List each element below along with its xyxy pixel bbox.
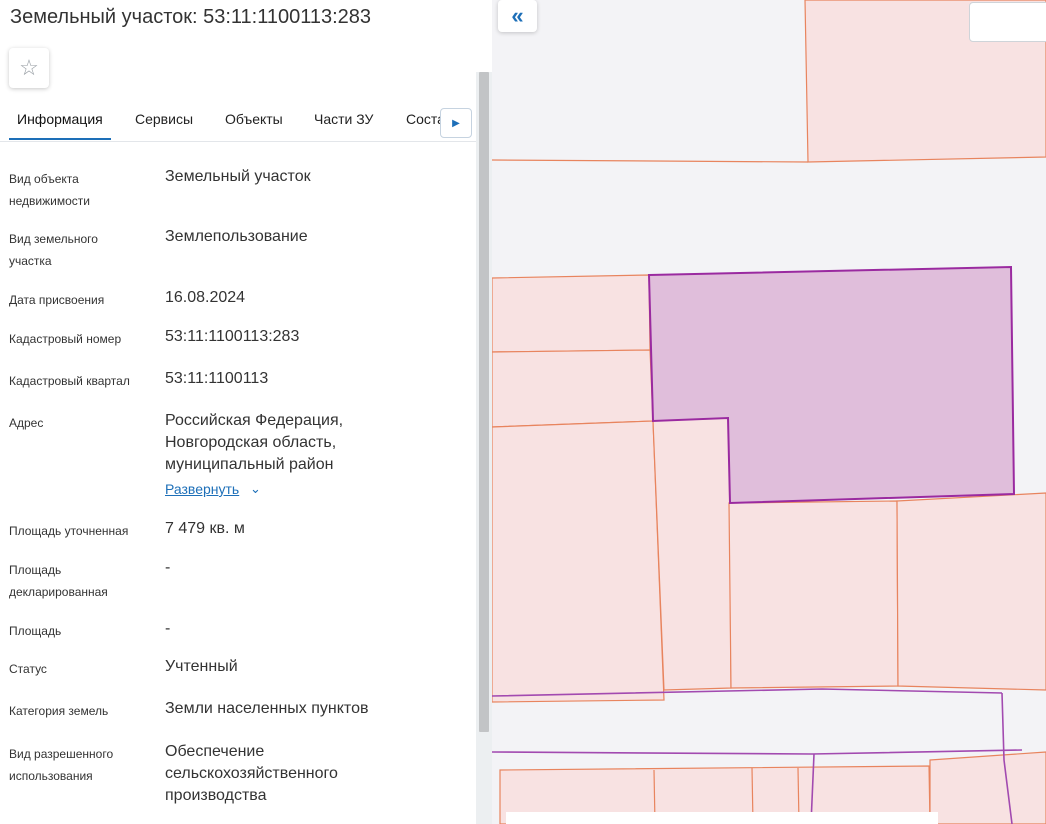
permitted-use-line: сельскохозяйственного [165, 765, 338, 782]
status-label: Статус [9, 662, 47, 676]
chevron-down-icon[interactable]: ⌄ [250, 481, 261, 497]
cadastral-number-label: Кадастровый номер [9, 332, 122, 346]
area-declared-value: - [165, 559, 171, 576]
address-line: муниципальный район [165, 456, 334, 473]
area-value: - [165, 620, 171, 637]
info-panel: Земельный участок: 53:11:1100113:283 ☆ И… [0, 0, 492, 824]
area-precise-label: Площадь уточненная [9, 524, 129, 538]
permitted-use-value: Обеспечение сельскохозяйственного произв… [165, 741, 465, 807]
boundary-line [492, 749, 1023, 755]
tab-objects[interactable]: Объекты [225, 111, 283, 127]
map-bottom-strip [506, 812, 938, 824]
star-outline-icon: ☆ [19, 55, 39, 80]
area-label: Площадь [9, 624, 62, 638]
area-precise-value: 7 479 кв. м [165, 520, 245, 537]
map-view[interactable] [492, 0, 1046, 824]
active-tab-indicator [9, 138, 111, 140]
tab-information[interactable]: Информация [17, 111, 103, 127]
assign-date-value: 16.08.2024 [165, 289, 246, 306]
address-label: Адрес [9, 416, 44, 430]
parcel-right [896, 492, 1046, 691]
panel-scrollbar-thumb[interactable] [479, 72, 489, 732]
parcel-left-1 [492, 274, 651, 353]
expand-address-link[interactable]: Развернуть [165, 481, 239, 497]
assign-date-label: Дата присвоения [9, 293, 105, 307]
land-category-label: Категория земель [9, 704, 109, 718]
object-type-value: Земельный участок [165, 168, 311, 185]
tab-services[interactable]: Сервисы [135, 111, 193, 127]
land-type-label: Вид земельного участка [9, 232, 98, 268]
parcel-left-3 [492, 420, 665, 703]
caret-right-icon: ▶ [452, 117, 460, 129]
object-type-label: Вид объекта недвижимости [9, 172, 90, 208]
cadastral-number-value: 53:11:1100113:283 [165, 328, 300, 345]
parcel-mid-left [652, 417, 732, 691]
permitted-use-line: Обеспечение [165, 743, 265, 760]
address-line: Новгородская область, [165, 434, 337, 451]
address-line: Российская Федерация, [165, 412, 344, 429]
address-value: Российская Федерация, Новгородская облас… [165, 410, 465, 476]
parcel-mid [728, 500, 899, 689]
area-declared-label: Площадь декларированная [9, 563, 108, 599]
double-chevron-left-icon: « [511, 3, 524, 28]
tabs-scroll-right-button[interactable]: ▶ [440, 108, 472, 138]
parcel-divider [492, 159, 809, 163]
parcel-left-2 [492, 349, 654, 428]
permitted-use-label: Вид разрешенного использования [9, 747, 114, 783]
map-search-box[interactable] [969, 2, 1046, 42]
status-value: Учтенный [165, 658, 238, 675]
collapse-panel-button[interactable]: « [498, 0, 537, 32]
parcel-bottom-right [929, 751, 1046, 824]
cadastral-block-label: Кадастровый квартал [9, 374, 130, 388]
map-canvas[interactable] [492, 0, 1046, 824]
tab-parts[interactable]: Части ЗУ [314, 111, 373, 127]
land-type-value: Землепользование [165, 228, 308, 245]
favorite-button[interactable]: ☆ [9, 48, 49, 88]
land-category-value: Земли населенных пунктов [165, 700, 369, 717]
page-title: Земельный участок: 53:11:1100113:283 [10, 6, 372, 28]
permitted-use-line: производства [165, 787, 267, 804]
cadastral-block-value: 53:11:1100113 [165, 370, 269, 387]
tabs-bar: Информация Сервисы Объекты Части ЗУ Сост… [0, 100, 476, 142]
